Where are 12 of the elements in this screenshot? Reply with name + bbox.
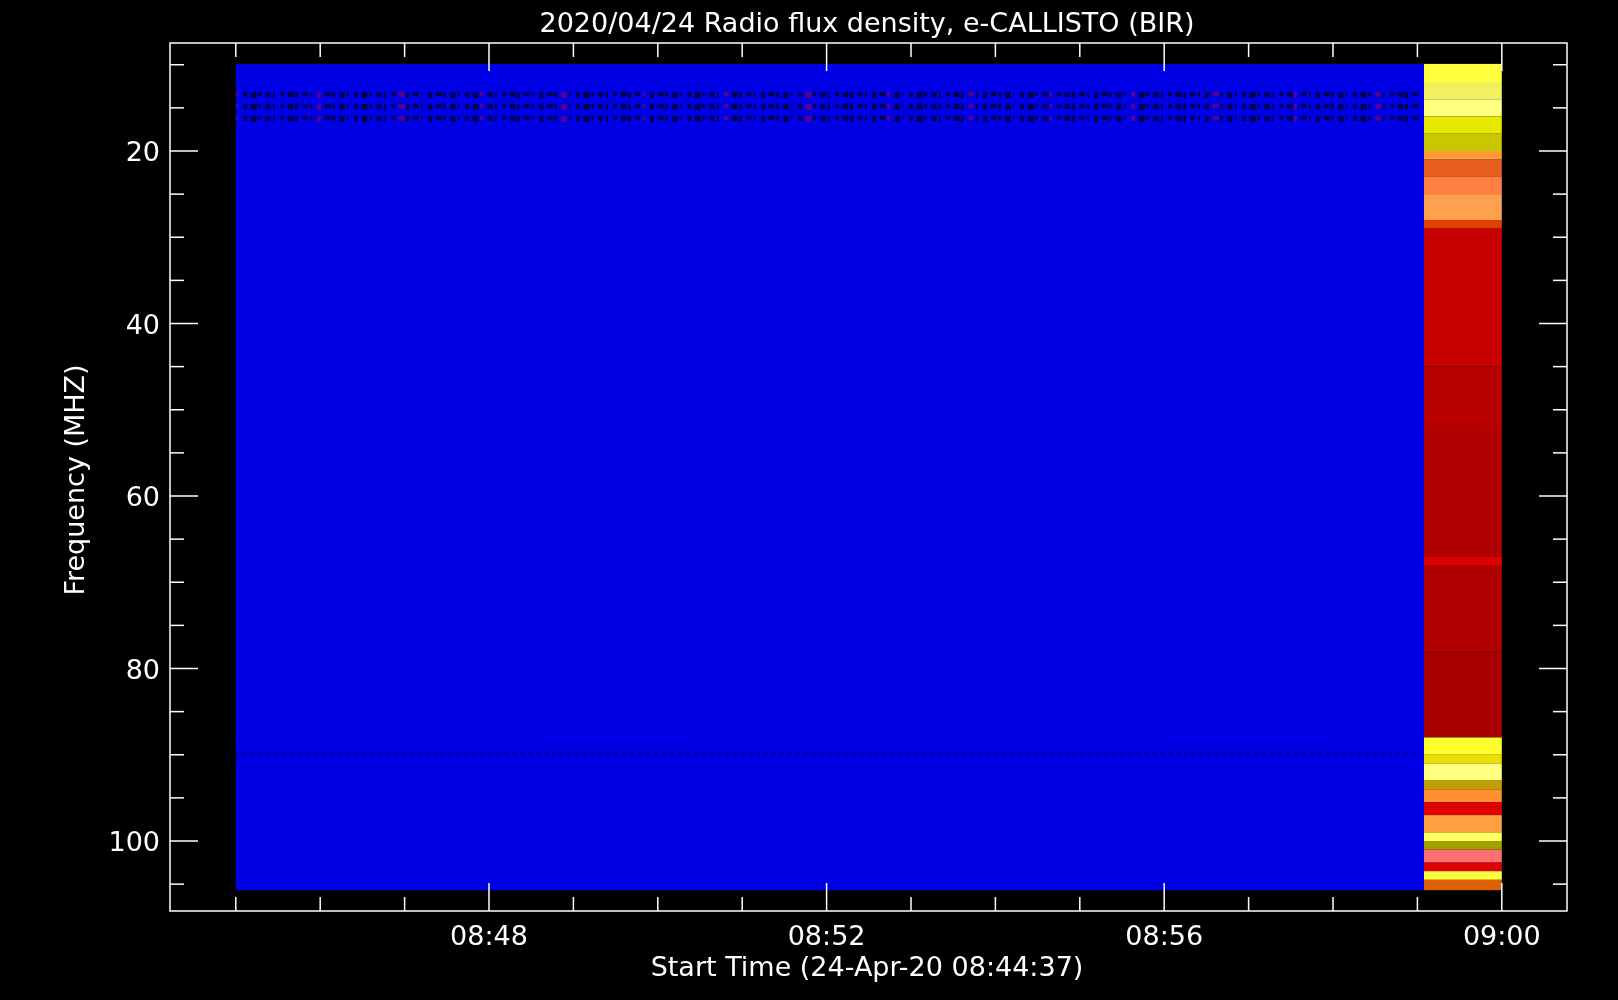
y-axis-title: Frequency (MHZ)	[59, 364, 90, 596]
x-tick-label: 09:00	[1462, 920, 1541, 951]
x-tick-label: 08:56	[1125, 920, 1204, 951]
y-tick-label: 40	[125, 308, 160, 340]
y-tick-label: 100	[108, 826, 160, 857]
y-tick-label: 60	[125, 481, 160, 512]
x-tick-label: 08:52	[787, 920, 866, 951]
x-axis-title: Start Time (24-Apr-20 08:44:37)	[650, 951, 1084, 982]
y-tick-label: 80	[125, 653, 160, 685]
x-tick-label: 08:48	[450, 920, 528, 951]
y-tick-label: 20	[125, 136, 160, 167]
chart-title: 2020/04/24 Radio flux density, e-CALLISTO (BIR)	[539, 7, 1195, 38]
